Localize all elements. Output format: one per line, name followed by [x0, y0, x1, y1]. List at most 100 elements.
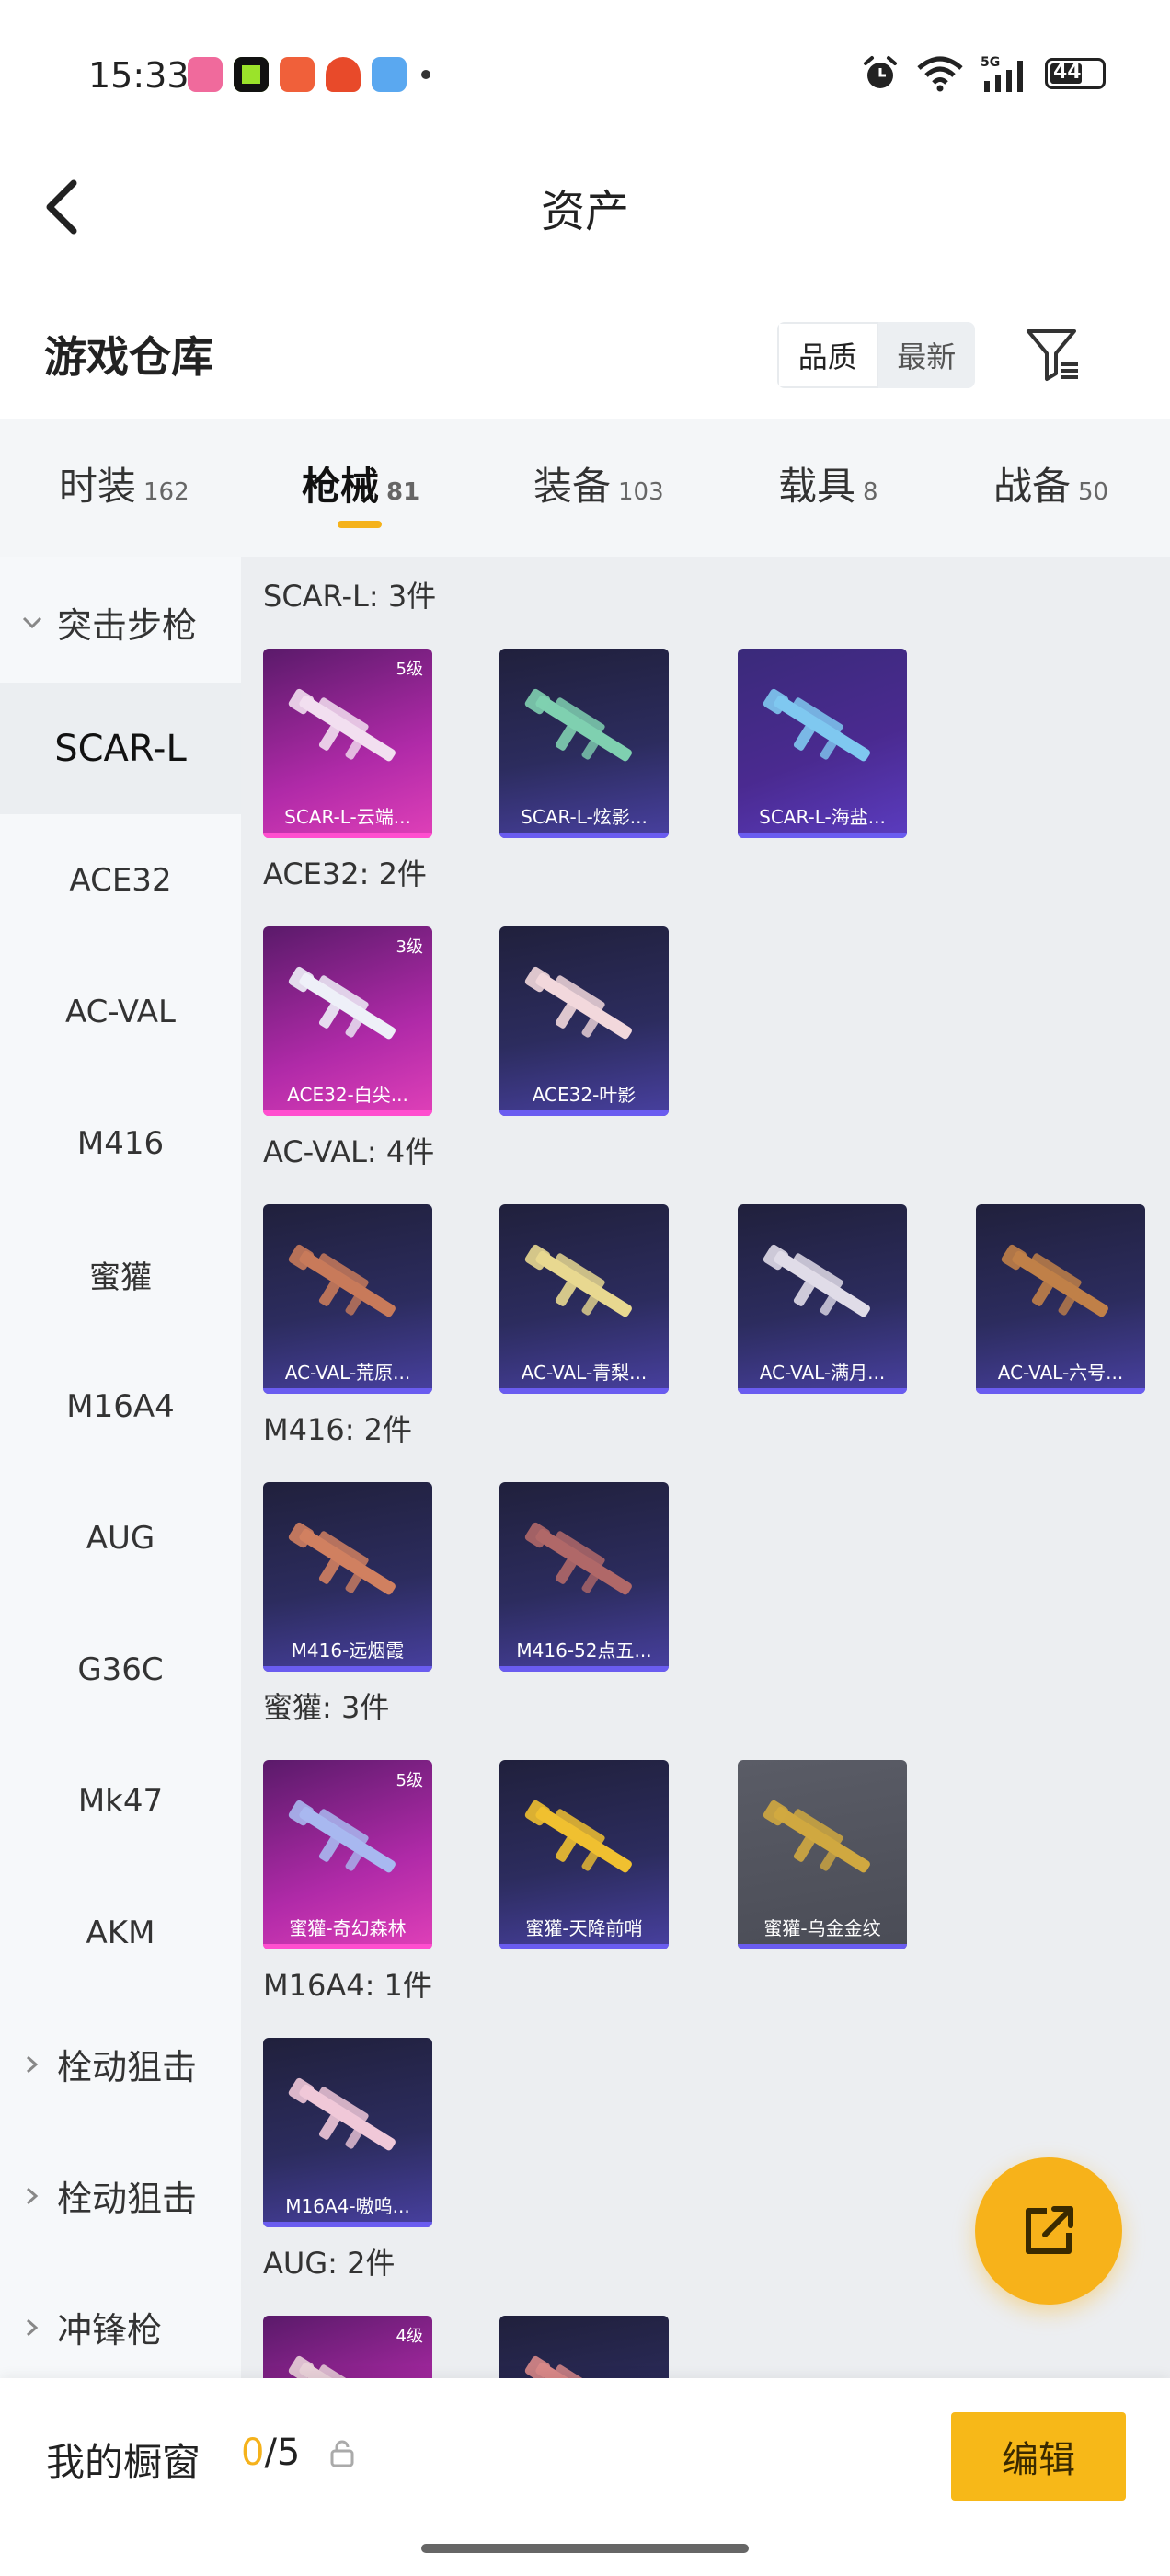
weapon-skin-card[interactable]: 5级蜜獾-奇幻森林: [263, 1760, 432, 1949]
app-orange-icon: [280, 57, 315, 92]
weapon-skin-card[interactable]: AC-VAL-青梨...: [499, 1204, 669, 1394]
rarity-bar: [263, 2222, 432, 2227]
system-icons: 5G 44: [861, 53, 1106, 94]
share-external-icon: [1026, 2206, 1073, 2254]
weapon-skin-card[interactable]: AC-VAL-荒原...: [263, 1204, 432, 1394]
skin-name: ACE32-白尖...: [287, 1084, 408, 1106]
sidebar-group-bolt-action-sniper-2[interactable]: 栓动狙击: [0, 2130, 241, 2261]
sidebar-item-ac-val[interactable]: AC-VAL: [0, 946, 241, 1077]
edit-showcase-button[interactable]: 编辑: [951, 2412, 1126, 2501]
sort-by-newest-button[interactable]: 最新: [878, 322, 976, 388]
rarity-bar: [499, 1388, 669, 1394]
tab-vehicles[interactable]: 载具 8: [778, 455, 878, 512]
rifle-icon: [524, 1244, 632, 1317]
weapon-skin-card[interactable]: AC-VAL-六号...: [976, 1204, 1145, 1394]
category-tabs: 时装 162 枪械 81 装备 103 载具 8 战备 50: [0, 419, 1170, 557]
weapon-skin-card[interactable]: SCAR-L-海盐...: [738, 649, 907, 838]
skin-level-badge: 3级: [396, 937, 423, 957]
sidebar-group-smg[interactable]: 冲锋枪: [0, 2261, 241, 2393]
weapon-skin-card[interactable]: SCAR-L-炫影...: [499, 649, 669, 838]
battery-icon: 44: [1045, 58, 1106, 89]
weather-icon: [372, 57, 407, 92]
group-label: SCAR-L: 3件: [263, 579, 437, 614]
skin-name: AC-VAL-荒原...: [284, 1362, 411, 1384]
sidebar-group-bolt-action-sniper[interactable]: 栓动狙击: [0, 1998, 241, 2130]
lock-icon: [330, 2440, 354, 2467]
tab-equipment[interactable]: 装备 103: [533, 455, 664, 512]
skin-level-badge: 5级: [396, 660, 423, 679]
group-label: AC-VAL: 4件: [263, 1134, 435, 1169]
skin-name: 蜜獾-乌金金纹: [763, 1917, 881, 1939]
chevron-down-icon: [22, 616, 42, 628]
sidebar-item-m416[interactable]: M416: [0, 1077, 241, 1209]
skin-name: AC-VAL-六号...: [997, 1362, 1124, 1384]
group-label: ACE32: 2件: [263, 857, 427, 891]
sidebar-group-assault-rifles[interactable]: 突击步枪: [0, 557, 241, 688]
chevron-right-icon: [27, 2055, 39, 2073]
rifle-icon: [524, 688, 632, 762]
rifle-icon: [288, 966, 396, 1040]
skin-name: M16A4-嗷呜...: [285, 2195, 410, 2217]
home-indicator[interactable]: [421, 2544, 749, 2553]
sidebar-item-ace32[interactable]: ACE32: [0, 814, 241, 946]
skin-name: SCAR-L-云端...: [284, 806, 411, 828]
rifle-icon: [1001, 1244, 1108, 1317]
rarity-bar: [738, 833, 907, 838]
rarity-bar: [263, 833, 432, 838]
sidebar-item-scar-l[interactable]: SCAR-L: [0, 683, 241, 814]
rifle-icon: [524, 966, 632, 1040]
rarity-bar: [263, 1666, 432, 1672]
app-green-icon: [234, 57, 269, 92]
skin-name: 蜜獾-奇幻森林: [289, 1917, 407, 1939]
skin-name: M416-52点五...: [516, 1639, 652, 1662]
rifle-icon: [524, 1800, 632, 1873]
more-notifications-dot: [421, 70, 430, 79]
active-tab-indicator: [338, 521, 382, 528]
tab-fashion[interactable]: 时装 162: [59, 455, 189, 512]
tab-firearms[interactable]: 枪械 81: [302, 455, 419, 512]
weapon-skin-card[interactable]: 3级 ACE32-白尖...: [263, 926, 432, 1116]
chevron-right-icon: [27, 2318, 39, 2336]
tab-combat-supplies[interactable]: 战备 50: [993, 455, 1108, 512]
showcase-label: 我的橱窗: [46, 2440, 201, 2485]
weapon-skin-grid: SCAR-L: 3件 5级 SCAR-L-云端... SCAR-L-炫影... SCAR…: [241, 557, 1170, 2505]
weapon-skin-card[interactable]: M416-远烟霞: [263, 1482, 432, 1672]
sidebar-item-honey-badger[interactable]: 蜜獾: [0, 1209, 241, 1340]
filter-button[interactable]: [1021, 322, 1085, 386]
rifle-icon: [763, 1800, 870, 1873]
skin-name: ACE32-叶影: [532, 1084, 637, 1106]
weapon-skin-card[interactable]: AC-VAL-满月...: [738, 1204, 907, 1394]
rarity-bar: [499, 1944, 669, 1949]
weapon-skin-card[interactable]: 蜜獾-乌金金纹: [738, 1760, 907, 1949]
skin-name: SCAR-L-炫影...: [521, 806, 648, 828]
skin-name: SCAR-L-海盐...: [759, 806, 886, 828]
group-label: M416: 2件: [263, 1412, 413, 1447]
page-title: 资产: [540, 186, 629, 237]
weapon-skin-card[interactable]: M416-52点五...: [499, 1482, 669, 1672]
rarity-bar: [263, 1944, 432, 1949]
skin-level-badge: 5级: [396, 1771, 423, 1790]
status-time: 15:33: [88, 55, 189, 96]
weapon-skin-card[interactable]: M16A4-嗷呜...: [263, 2038, 432, 2227]
weapon-skin-card[interactable]: 5级 SCAR-L-云端...: [263, 649, 432, 838]
rarity-bar: [263, 1388, 432, 1394]
weapon-skin-card[interactable]: 蜜獾-天降前哨: [499, 1760, 669, 1949]
rarity-bar: [499, 833, 669, 838]
skin-name: 蜜獾-天降前哨: [525, 1917, 643, 1939]
section-title: 游戏仓库: [44, 332, 213, 382]
rarity-bar: [976, 1388, 1145, 1394]
filter-icon: [1027, 329, 1078, 381]
sidebar-item-aug[interactable]: AUG: [0, 1472, 241, 1604]
sort-by-quality-button[interactable]: 品质: [777, 322, 878, 388]
weapon-type-sidebar: 突击步枪 SCAR-L ACE32 AC-VAL M416 蜜獾 M16A4 A…: [0, 557, 241, 2397]
sidebar-item-g36c[interactable]: G36C: [0, 1604, 241, 1735]
group-label: 蜜獾: 3件: [263, 1690, 390, 1725]
rarity-bar: [738, 1944, 907, 1949]
share-fab[interactable]: [975, 2157, 1122, 2305]
weapon-skin-card[interactable]: ACE32-叶影: [499, 926, 669, 1116]
skin-name: AC-VAL-青梨...: [521, 1362, 648, 1384]
sidebar-item-m16a4[interactable]: M16A4: [0, 1340, 241, 1472]
app-red-icon: [326, 57, 361, 92]
sidebar-item-akm[interactable]: AKM: [0, 1867, 241, 1998]
sidebar-item-mk47[interactable]: Mk47: [0, 1735, 241, 1867]
